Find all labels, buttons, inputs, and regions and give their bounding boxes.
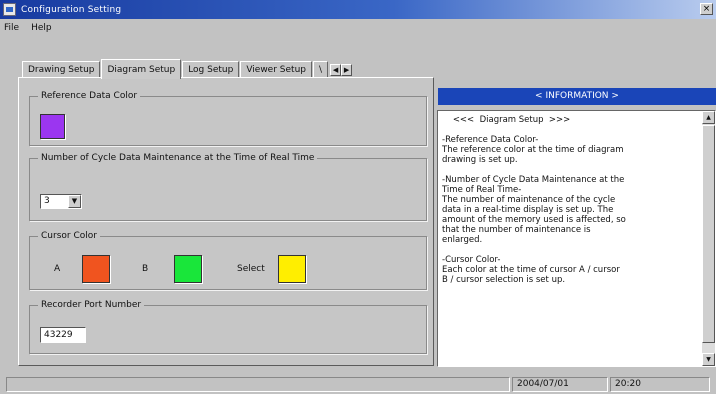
menu-bar: File Help: [0, 20, 716, 36]
cursor-a-label: A: [54, 264, 61, 274]
tab-scroll-right-button[interactable]: ▶: [341, 64, 353, 76]
cycle-count-select[interactable]: 3 ▼: [40, 194, 82, 209]
recorder-port-group: Recorder Port Number 43229: [29, 300, 427, 354]
tab-log-setup[interactable]: Log Setup: [182, 61, 240, 78]
diagram-setup-panel: Reference Data Color Number of Cycle Dat…: [18, 77, 434, 366]
title-bar[interactable]: Configuration Setting ×: [0, 0, 716, 19]
tab-strip: Drawing Setup Diagram Setup Log Setup Vi…: [22, 58, 353, 79]
app-icon: [3, 3, 16, 16]
information-scrollbar[interactable]: ▲ ▼: [702, 111, 715, 366]
cycle-maintenance-group: Number of Cycle Data Maintenance at the …: [29, 153, 427, 221]
tab-scroll-buttons: ◀ ▶: [330, 64, 353, 76]
information-text-box[interactable]: <<< Diagram Setup >>> -Reference Data Co…: [437, 110, 716, 367]
chevron-down-icon[interactable]: ▼: [68, 195, 81, 208]
cycle-count-value: 3: [44, 196, 50, 206]
cycle-maintenance-title: Number of Cycle Data Maintenance at the …: [38, 153, 318, 163]
tab-truncated[interactable]: \: [312, 61, 329, 78]
cursor-color-title: Cursor Color: [38, 231, 100, 241]
scroll-up-button[interactable]: ▲: [702, 111, 715, 124]
configuration-window: Configuration Setting × File Help Drawin…: [0, 0, 716, 394]
information-header: < INFORMATION >: [438, 88, 716, 105]
status-date: 2004/07/01: [512, 377, 608, 392]
reference-data-color-title: Reference Data Color: [38, 91, 141, 101]
menu-file[interactable]: File: [4, 23, 19, 33]
reference-data-color-group: Reference Data Color: [29, 91, 427, 146]
recorder-port-input[interactable]: 43229: [40, 327, 86, 343]
tab-scroll-left-button[interactable]: ◀: [330, 64, 342, 76]
tab-drawing-setup[interactable]: Drawing Setup: [22, 61, 101, 78]
cursor-a-color-swatch[interactable]: [82, 255, 110, 283]
tab-diagram-setup[interactable]: Diagram Setup: [101, 59, 182, 79]
tab-viewer-setup[interactable]: Viewer Setup: [240, 61, 312, 78]
reference-color-swatch[interactable]: [40, 114, 65, 139]
recorder-port-title: Recorder Port Number: [38, 300, 145, 310]
cursor-b-label: B: [142, 264, 149, 274]
window-title: Configuration Setting: [21, 4, 122, 15]
cursor-b-color-swatch[interactable]: [174, 255, 202, 283]
cursor-color-group: Cursor Color A B Select: [29, 231, 427, 290]
status-message-cell: [6, 377, 510, 392]
status-time: 20:20: [610, 377, 710, 392]
scroll-down-button[interactable]: ▼: [702, 353, 715, 366]
status-bar: 2004/07/01 20:20: [0, 374, 716, 394]
close-button[interactable]: ×: [700, 3, 713, 15]
cursor-select-label: Select: [237, 264, 265, 274]
information-text: <<< Diagram Setup >>> -Reference Data Co…: [442, 115, 626, 285]
menu-help[interactable]: Help: [31, 23, 52, 33]
scroll-thumb[interactable]: [702, 125, 715, 343]
cursor-select-color-swatch[interactable]: [278, 255, 306, 283]
